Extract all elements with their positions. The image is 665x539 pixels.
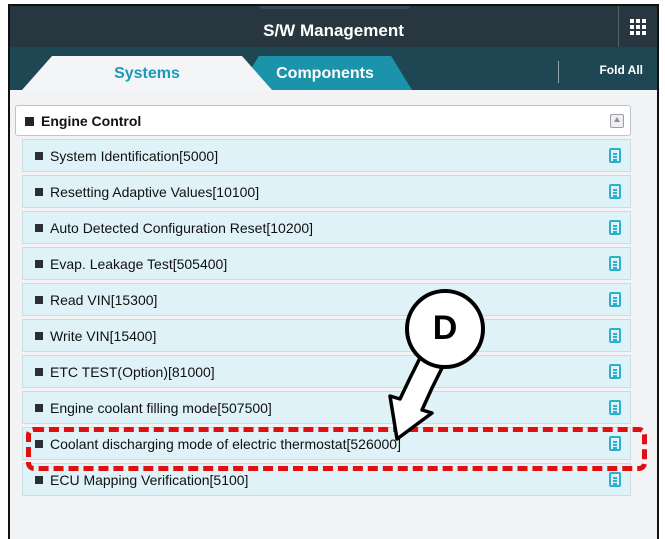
list-item-label: System Identification[5000] [50,148,219,164]
grid-icon [630,18,646,35]
bullet-icon [35,332,43,340]
grid-menu-button[interactable] [618,6,657,47]
bullet-icon [35,152,43,160]
document-icon[interactable] [609,256,621,271]
list-item-label: Engine coolant filling mode[507500] [50,400,272,416]
document-icon[interactable] [609,220,621,235]
document-icon[interactable] [609,472,621,487]
bullet-icon [35,224,43,232]
collapse-up-icon[interactable] [610,114,624,128]
list-item[interactable]: Evap. Leakage Test[505400] [22,247,631,280]
bullet-icon [35,368,43,376]
list-item[interactable]: Auto Detected Configuration Reset[10200] [22,211,631,244]
list-item[interactable]: ETC TEST(Option)[81000] [22,355,631,388]
list-item-label: Write VIN[15400] [50,328,157,344]
list-item[interactable]: Engine coolant filling mode[507500] [22,391,631,424]
bullet-icon [25,117,34,126]
document-icon[interactable] [609,328,621,343]
group-header-engine-control[interactable]: Engine Control [15,105,631,136]
tab-bar: Components Systems Fold All [10,47,657,90]
tab-divider [558,61,559,83]
group-label: Engine Control [41,113,142,129]
bullet-icon [35,296,43,304]
title-bar: S/W Management [10,6,657,47]
page-title: S/W Management [263,21,404,40]
tab-systems[interactable]: Systems [22,56,272,90]
document-icon[interactable] [609,184,621,199]
list-item-label: Resetting Adaptive Values[10100] [50,184,260,200]
list-item-label: Evap. Leakage Test[505400] [50,256,228,272]
list-item[interactable]: Read VIN[15300] [22,283,631,316]
bullet-icon [35,188,43,196]
list-item-label: Read VIN[15300] [50,292,158,308]
bullet-icon [35,476,43,484]
highlight-box [26,427,647,471]
list-item-label: Auto Detected Configuration Reset[10200] [50,220,314,236]
document-icon[interactable] [609,400,621,415]
fold-all-button[interactable]: Fold All [599,63,643,77]
list-item[interactable]: Resetting Adaptive Values[10100] [22,175,631,208]
list-item[interactable]: Write VIN[15400] [22,319,631,352]
document-icon[interactable] [609,148,621,163]
callout-label: D [432,309,458,347]
list-item-label: ETC TEST(Option)[81000] [50,364,215,380]
list-item[interactable]: System Identification[5000] [22,139,631,172]
bullet-icon [35,404,43,412]
document-icon[interactable] [609,292,621,307]
document-icon[interactable] [609,364,621,379]
bullet-icon [35,260,43,268]
